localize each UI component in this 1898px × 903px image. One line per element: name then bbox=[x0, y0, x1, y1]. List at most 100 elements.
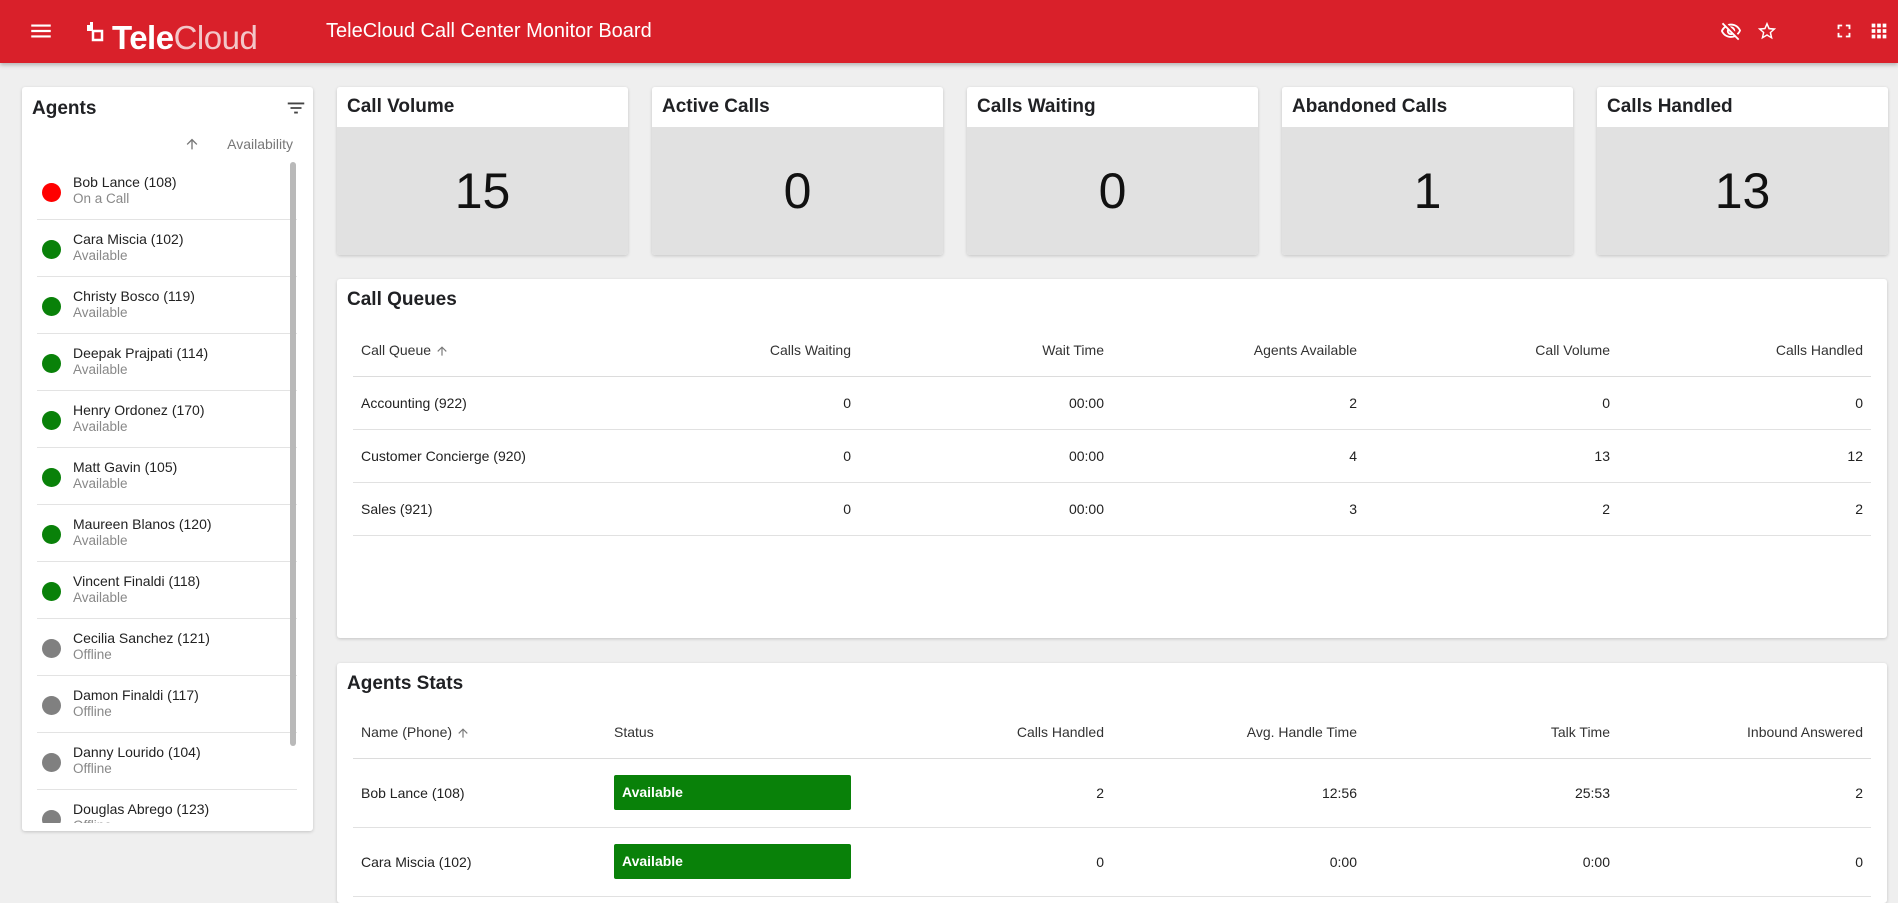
agent-list-scrollbar[interactable] bbox=[290, 162, 296, 822]
table-row[interactable]: Cara Miscia (102) Available 0 0:00 0:00 0 bbox=[353, 827, 1871, 897]
agents-stats-title: Agents Stats bbox=[347, 673, 464, 694]
table-cell: 0:00 bbox=[1112, 827, 1365, 897]
agent-name: Cara Miscia (102) bbox=[73, 231, 184, 247]
table-cell: 00:00 bbox=[859, 376, 1112, 430]
agent-name: Cecilia Sanchez (121) bbox=[73, 630, 210, 646]
table-cell: 12:56 bbox=[1112, 758, 1365, 828]
agent-name: Matt Gavin (105) bbox=[73, 459, 178, 475]
apps-grid-icon[interactable] bbox=[1868, 20, 1890, 42]
column-header[interactable]: Agents Available bbox=[1112, 324, 1365, 377]
column-header[interactable]: Calls Waiting bbox=[606, 324, 859, 377]
logo-mark-icon bbox=[86, 22, 112, 54]
table-row[interactable]: Bob Lance (108) Available 2 12:56 25:53 2 bbox=[353, 758, 1871, 828]
list-item[interactable]: Christy Bosco (119) Available bbox=[37, 277, 297, 334]
table-cell: 0 bbox=[859, 827, 1112, 897]
status-dot bbox=[42, 696, 61, 715]
table-cell: 4 bbox=[1112, 429, 1365, 483]
status-badge[interactable]: Available bbox=[614, 844, 851, 879]
table-row[interactable]: Sales (921) 0 00:00 3 2 2 bbox=[353, 482, 1871, 536]
filter-icon[interactable] bbox=[285, 97, 307, 119]
status-dot bbox=[42, 468, 61, 487]
table-cell: Bob Lance (108) bbox=[353, 758, 606, 828]
list-item[interactable]: Cara Miscia (102) Available bbox=[37, 220, 297, 277]
table-row[interactable]: Accounting (922) 0 00:00 2 0 0 bbox=[353, 376, 1871, 430]
agent-status: Available bbox=[73, 419, 128, 434]
stat-tile: Abandoned Calls 1 bbox=[1282, 87, 1573, 255]
top-app-bar: TeleCloud TeleCloud Call Center Monitor … bbox=[0, 0, 1898, 63]
availability-header[interactable]: Availability bbox=[227, 136, 293, 152]
table-cell: 0:00 bbox=[1365, 827, 1618, 897]
stat-tile-value: 13 bbox=[1597, 127, 1888, 255]
status-dot bbox=[42, 810, 61, 823]
list-item[interactable]: Bob Lance (108) On a Call bbox=[37, 163, 297, 220]
column-header[interactable]: Status bbox=[606, 706, 859, 759]
table-cell: 2 bbox=[859, 758, 1112, 828]
table-cell: Available bbox=[606, 758, 859, 828]
table-cell: Customer Concierge (920) bbox=[353, 429, 606, 483]
table-cell: 12 bbox=[1618, 429, 1871, 483]
list-item[interactable]: Maureen Blanos (120) Available bbox=[37, 505, 297, 562]
column-header[interactable]: Calls Handled bbox=[859, 706, 1112, 759]
call-queues-table: Call Queue Calls Waiting Wait Time Agents A… bbox=[353, 324, 1871, 536]
status-badge[interactable]: Available bbox=[614, 775, 851, 810]
column-header[interactable]: Call Queue bbox=[353, 324, 606, 377]
call-queues-title: Call Queues bbox=[347, 289, 457, 310]
column-header-label: Status bbox=[614, 723, 654, 740]
list-item[interactable]: Matt Gavin (105) Available bbox=[37, 448, 297, 505]
table-header-row: Name (Phone) Status Calls Handled Avg. Hand… bbox=[353, 706, 1871, 759]
table-cell: 2 bbox=[1112, 376, 1365, 430]
column-header[interactable]: Wait Time bbox=[859, 324, 1112, 377]
fullscreen-icon[interactable] bbox=[1833, 20, 1855, 42]
column-header-label: Call Queue bbox=[361, 341, 432, 358]
column-header-label: Call Volume bbox=[1535, 341, 1610, 358]
stat-tile-value: 0 bbox=[967, 127, 1258, 255]
telecloud-logo[interactable]: TeleCloud bbox=[86, 10, 258, 54]
sort-arrow-up-icon[interactable] bbox=[435, 344, 449, 358]
list-item[interactable]: Henry Ordonez (170) Available bbox=[37, 391, 297, 448]
table-row[interactable]: Customer Concierge (920) 0 00:00 4 13 12 bbox=[353, 429, 1871, 483]
stat-tile-label: Active Calls bbox=[652, 87, 943, 127]
agents-title: Agents bbox=[32, 98, 97, 119]
visibility-off-icon[interactable] bbox=[1720, 20, 1742, 42]
table-cell: 2 bbox=[1365, 482, 1618, 536]
table-header-row: Call Queue Calls Waiting Wait Time Agents A… bbox=[353, 324, 1871, 377]
agent-name: Danny Lourido (104) bbox=[73, 744, 201, 760]
list-item[interactable]: Danny Lourido (104) Offline bbox=[37, 733, 297, 790]
column-header[interactable]: Calls Handled bbox=[1618, 324, 1871, 377]
table-cell: 0 bbox=[1365, 376, 1618, 430]
agent-name: Henry Ordonez (170) bbox=[73, 402, 205, 418]
list-item[interactable]: Vincent Finaldi (118) Available bbox=[37, 562, 297, 619]
column-header[interactable]: Call Volume bbox=[1365, 324, 1618, 377]
agent-status: Available bbox=[73, 305, 128, 320]
column-header[interactable]: Inbound Answered bbox=[1618, 706, 1871, 759]
scrollbar-thumb[interactable] bbox=[290, 162, 296, 746]
menu-icon[interactable] bbox=[28, 18, 54, 44]
table-cell: 3 bbox=[1112, 482, 1365, 536]
table-cell: 2 bbox=[1618, 758, 1871, 828]
column-header-label: Calls Handled bbox=[1775, 341, 1863, 358]
status-dot bbox=[42, 525, 61, 544]
table-cell: Available bbox=[606, 827, 859, 897]
status-dot bbox=[42, 582, 61, 601]
list-item[interactable]: Cecilia Sanchez (121) Offline bbox=[37, 619, 297, 676]
column-header-label: Avg. Handle Time bbox=[1246, 723, 1357, 740]
column-header-label: Talk Time bbox=[1550, 723, 1610, 740]
column-header[interactable]: Name (Phone) bbox=[353, 706, 606, 759]
agent-status: Available bbox=[73, 362, 128, 377]
list-item[interactable]: Damon Finaldi (117) Offline bbox=[37, 676, 297, 733]
column-header[interactable]: Avg. Handle Time bbox=[1112, 706, 1365, 759]
table-cell: 0 bbox=[1618, 827, 1871, 897]
agent-name: Bob Lance (108) bbox=[73, 174, 177, 190]
sort-arrow-up-icon[interactable] bbox=[184, 136, 200, 152]
list-item[interactable]: Deepak Prajpati (114) Available bbox=[37, 334, 297, 391]
list-item[interactable]: Douglas Abrego (123)Offline bbox=[37, 790, 297, 823]
page-title: TeleCloud Call Center Monitor Board bbox=[326, 20, 652, 42]
column-header[interactable]: Talk Time bbox=[1365, 706, 1618, 759]
star-icon[interactable] bbox=[1756, 20, 1778, 42]
table-cell: Sales (921) bbox=[353, 482, 606, 536]
table-cell: 00:00 bbox=[859, 429, 1112, 483]
agent-name: Christy Bosco (119) bbox=[73, 288, 195, 304]
status-dot bbox=[42, 297, 61, 316]
sort-arrow-up-icon[interactable] bbox=[456, 726, 470, 740]
agent-status: Available bbox=[73, 476, 128, 491]
